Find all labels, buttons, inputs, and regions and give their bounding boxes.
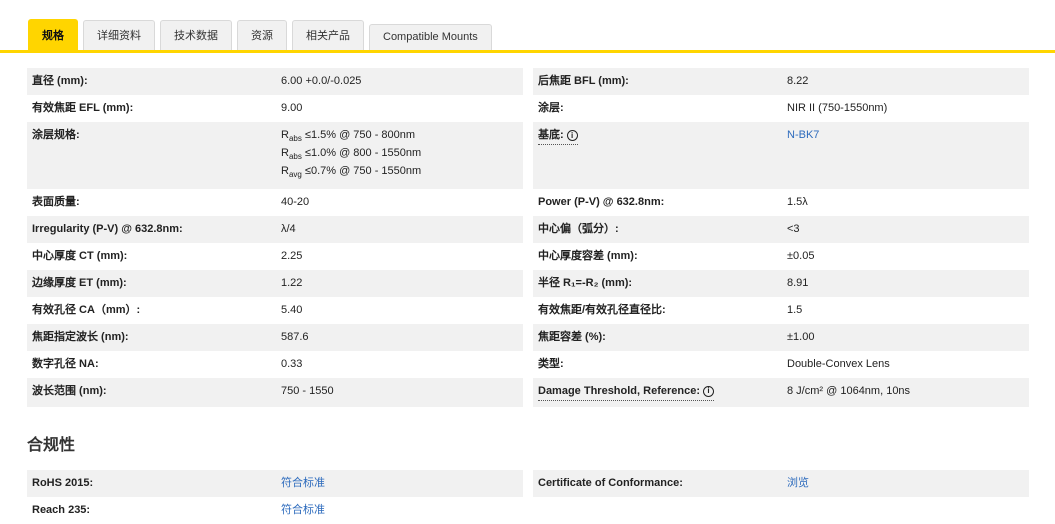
spec-label: Irregularity (P-V) @ 632.8nm: (32, 222, 183, 235)
damage-threshold-tooltip-trigger[interactable]: Damage Threshold, Reference: (538, 384, 714, 401)
spec-value: 5.40 (281, 303, 303, 316)
spec-value: 750 - 1550 (281, 384, 334, 397)
spec-row-surface-quality: 表面质量: 40-20 Power (P-V) @ 632.8nm: 1.5λ (27, 189, 1029, 216)
specifications-table: 直径 (mm): 6.00 +0.0/-0.025 后焦距 BFL (mm): … (27, 68, 1029, 407)
spec-label: 中心厚度 CT (mm): (32, 249, 128, 262)
compliance-heading: 合规性 (27, 436, 76, 454)
spec-row-coating-spec: 涂层规格: Rabs ≤1.5% @ 750 - 800nm Rabs ≤1.0%… (27, 122, 1029, 189)
spec-row-edge-thickness: 边缘厚度 ET (mm): 1.22 半径 R₁=-R₂ (mm): 8.91 (27, 269, 1029, 297)
tab-technical-data[interactable]: 技术数据 (160, 20, 232, 50)
spec-value: Double-Convex Lens (787, 357, 890, 370)
spec-label: 涂层: (538, 102, 564, 114)
spec-row-irregularity: Irregularity (P-V) @ 632.8nm: λ/4 中心偏（弧分… (27, 215, 1029, 243)
spec-value: 0.33 (281, 357, 303, 370)
spec-value: 1.5λ (787, 195, 808, 208)
tab-related-products[interactable]: 相关产品 (292, 20, 364, 50)
spec-value: 2.25 (281, 249, 303, 262)
tab-bar: 规格 详细资料 技术数据 资源 相关产品 Compatible Mounts (0, 0, 1055, 53)
info-icon[interactable] (566, 130, 578, 141)
spec-row-efl: 有效焦距 EFL (mm): 9.00 涂层: NIR II (750-1550… (27, 95, 1029, 122)
spec-value: ±1.00 (787, 330, 815, 343)
spec-row-wavelength-range: 波长范围 (nm): 750 - 1550 Damage Threshold, … (27, 377, 1029, 407)
spec-label: Damage Threshold, Reference: (538, 384, 700, 397)
spec-value: λ/4 (281, 222, 296, 235)
spec-label: 涂层规格: (32, 129, 80, 141)
spec-row-center-thickness: 中心厚度 CT (mm): 2.25 中心厚度容差 (mm): ±0.05 (27, 243, 1029, 270)
spec-value: 6.00 +0.0/-0.025 (281, 75, 362, 87)
reach-compliant-link[interactable]: 符合标准 (281, 504, 325, 516)
spec-label: 焦距容差 (%): (538, 330, 606, 343)
spec-value: 40-20 (281, 195, 310, 208)
tab-details[interactable]: 详细资料 (83, 20, 155, 50)
compliance-row-rohs: RoHS 2015: 符合标准 Certificate of Conforman… (27, 469, 1029, 497)
tab-compatible-mounts[interactable]: Compatible Mounts (369, 24, 492, 50)
tab-resources[interactable]: 资源 (237, 20, 287, 50)
spec-label: 边缘厚度 ET (mm): (32, 276, 127, 289)
spec-label: 直径 (mm): (32, 75, 88, 87)
spec-row-diameter: 直径 (mm): 6.00 +0.0/-0.025 后焦距 BFL (mm): … (27, 68, 1029, 95)
tab-specs[interactable]: 规格 (28, 19, 78, 50)
empty-cell (533, 497, 1029, 524)
rohs-compliant-link[interactable]: 符合标准 (281, 477, 325, 489)
info-icon[interactable] (703, 385, 714, 397)
spec-value: 8.91 (787, 276, 809, 289)
spec-label: RoHS 2015: (32, 476, 94, 489)
spec-label: 类型: (538, 357, 564, 370)
spec-value: 9.00 (281, 102, 303, 114)
spec-value: NIR II (750-1550nm) (787, 102, 888, 114)
spec-value: Rabs ≤1.5% @ 750 - 800nm Rabs ≤1.0% @ 800… (281, 129, 422, 180)
substrate-tooltip-trigger[interactable]: 基底: (538, 128, 578, 145)
spec-label: 有效焦距 EFL (mm): (32, 102, 134, 114)
spec-label: Power (P-V) @ 632.8nm: (538, 195, 665, 208)
spec-label: 有效孔径 CA（mm）: (32, 303, 141, 316)
spec-label: Certificate of Conformance: (538, 476, 683, 489)
spec-label: 中心偏（弧分）: (538, 222, 619, 235)
spec-value: 8.22 (787, 75, 809, 87)
compliance-row-reach: Reach 235: 符合标准 (27, 497, 1029, 524)
spec-label: 波长范围 (nm): (32, 384, 107, 397)
spec-label: 后焦距 BFL (mm): (538, 75, 629, 87)
spec-label: 有效焦距/有效孔径直径比: (538, 303, 666, 316)
spec-label: 表面质量: (32, 195, 80, 208)
spec-row-design-wavelength: 焦距指定波长 (nm): 587.6 焦距容差 (%): ±1.00 (27, 323, 1029, 351)
spec-label: 焦距指定波长 (nm): (32, 330, 129, 343)
spec-value: ±0.05 (787, 249, 815, 262)
spec-label: 数字孔径 NA: (32, 357, 99, 370)
compliance-table: RoHS 2015: 符合标准 Certificate of Conforman… (27, 469, 1029, 524)
spec-label: Reach 235: (32, 503, 91, 516)
spec-row-numerical-aperture: 数字孔径 NA: 0.33 类型: Double-Convex Lens (27, 351, 1029, 378)
spec-value: 1.5 (787, 303, 803, 316)
spec-row-clear-aperture: 有效孔径 CA（mm）: 5.40 有效焦距/有效孔径直径比: 1.5 (27, 297, 1029, 324)
spec-value: <3 (787, 222, 800, 235)
substrate-link[interactable]: N-BK7 (787, 129, 819, 141)
spec-label: 半径 R₁=-R₂ (mm): (538, 276, 633, 289)
spec-value: 1.22 (281, 276, 303, 289)
spec-label: 基底: (538, 129, 564, 141)
spec-label: 中心厚度容差 (mm): (538, 249, 638, 262)
spec-value: 587.6 (281, 330, 309, 343)
certificate-view-link[interactable]: 浏览 (787, 477, 809, 489)
spec-value: 8 J/cm² @ 1064nm, 10ns (787, 384, 911, 397)
